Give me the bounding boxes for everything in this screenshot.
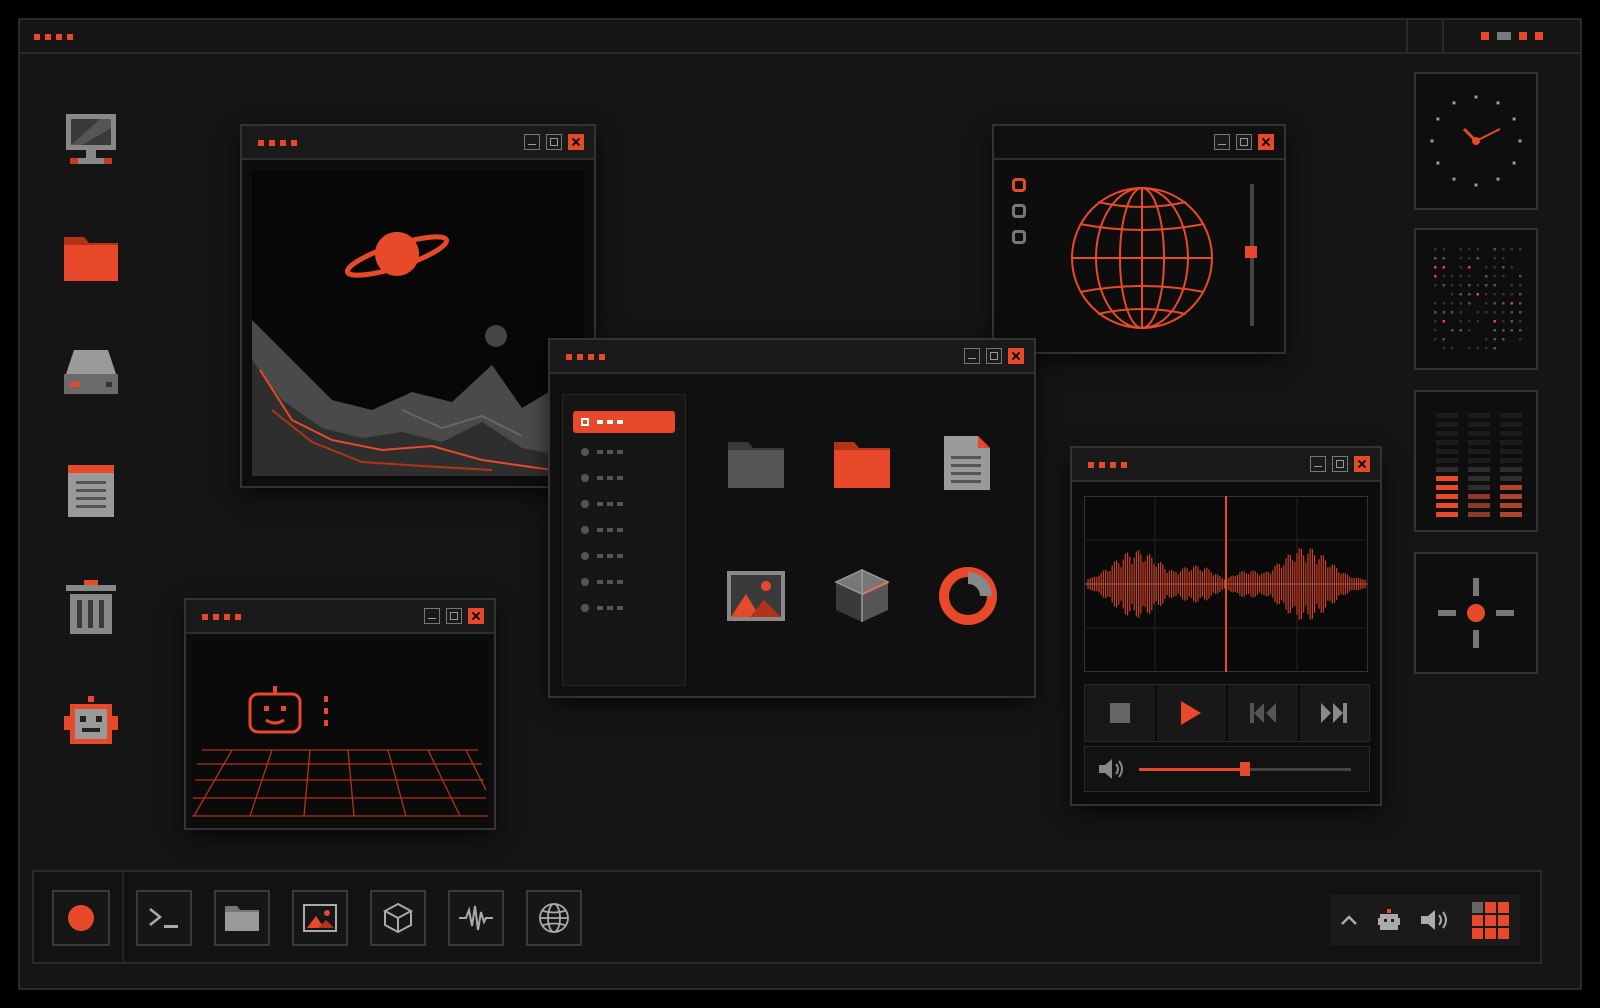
- sidebar-item[interactable]: [563, 465, 685, 491]
- pie-chart-icon[interactable]: [938, 566, 998, 626]
- terminal-icon[interactable]: [136, 890, 192, 946]
- waveform-icon[interactable]: [448, 890, 504, 946]
- landscape-window[interactable]: [240, 124, 596, 488]
- sidebar-item[interactable]: [563, 569, 685, 595]
- top-bar-separator: [1406, 20, 1444, 52]
- vertical-slider-thumb[interactable]: [1245, 246, 1257, 258]
- sidebar-item[interactable]: [563, 439, 685, 465]
- close-button[interactable]: [1354, 456, 1370, 472]
- close-button[interactable]: [1258, 134, 1274, 150]
- file-browser-titlebar[interactable]: [550, 340, 1034, 374]
- volume-icon[interactable]: [1099, 759, 1125, 779]
- document-icon[interactable]: [942, 434, 992, 492]
- dot-matrix-display: [1434, 248, 1522, 350]
- folder-gray-icon[interactable]: [726, 438, 786, 490]
- landscape-window-titlebar[interactable]: [242, 126, 594, 160]
- window-title-dots: [566, 354, 605, 360]
- robot-icon[interactable]: [60, 692, 122, 754]
- planet-landscape-image: [252, 170, 584, 476]
- folder-icon[interactable]: [214, 890, 270, 946]
- cube-icon[interactable]: [832, 566, 892, 626]
- sidebar-item-selected[interactable]: [573, 411, 675, 433]
- equalizer-widget[interactable]: [1414, 390, 1538, 532]
- close-button[interactable]: [468, 608, 484, 624]
- window-title-dots: [1088, 462, 1127, 468]
- sidebar-item[interactable]: [563, 517, 685, 543]
- trash-icon[interactable]: [60, 576, 122, 638]
- robot-grid-image: [192, 640, 488, 820]
- crosshair-widget[interactable]: [1414, 552, 1538, 674]
- minimize-button[interactable]: [524, 134, 540, 150]
- record-icon[interactable]: [52, 890, 110, 946]
- taskbar: [32, 870, 1542, 964]
- image-icon[interactable]: [726, 570, 786, 622]
- globe-window[interactable]: [992, 124, 1286, 354]
- sidebar-item[interactable]: [563, 491, 685, 517]
- volume-bar: [1084, 746, 1370, 792]
- maximize-button[interactable]: [1332, 456, 1348, 472]
- notepad-icon[interactable]: [60, 459, 122, 521]
- radio-group: [1012, 178, 1026, 244]
- clock-widget[interactable]: [1414, 72, 1538, 210]
- chevron-up-icon[interactable]: [1340, 914, 1358, 926]
- volume-slider-thumb[interactable]: [1240, 762, 1250, 776]
- crosshair-icon: [1438, 578, 1514, 648]
- folder-orange-icon[interactable]: [832, 438, 892, 490]
- desktop-screen: [18, 18, 1582, 990]
- globe-window-titlebar[interactable]: [994, 126, 1284, 160]
- volume-slider-fill: [1139, 768, 1245, 771]
- next-icon[interactable]: [1300, 685, 1370, 741]
- stop-icon[interactable]: [1085, 685, 1157, 741]
- dot-matrix-widget[interactable]: [1414, 228, 1538, 370]
- close-button[interactable]: [1008, 348, 1024, 364]
- radio-option[interactable]: [1012, 204, 1026, 218]
- volume-icon[interactable]: [1420, 909, 1451, 931]
- cube-icon[interactable]: [370, 890, 426, 946]
- waveform-display: [1084, 496, 1368, 672]
- drive-icon[interactable]: [60, 342, 122, 404]
- maximize-button[interactable]: [446, 608, 462, 624]
- top-bar: [20, 20, 1580, 54]
- equalizer-display: [1436, 413, 1522, 517]
- top-bar-status[interactable]: [1442, 20, 1580, 52]
- media-player-window[interactable]: [1070, 446, 1382, 806]
- maximize-button[interactable]: [986, 348, 1002, 364]
- top-bar-dots: [34, 34, 73, 40]
- folder-icon[interactable]: [60, 225, 122, 287]
- window-title-dots: [258, 140, 297, 146]
- file-browser-window[interactable]: [548, 338, 1036, 698]
- minimize-button[interactable]: [1214, 134, 1230, 150]
- robot-window-titlebar[interactable]: [186, 600, 494, 634]
- minimize-button[interactable]: [964, 348, 980, 364]
- close-button[interactable]: [568, 134, 584, 150]
- image-icon[interactable]: [292, 890, 348, 946]
- play-icon[interactable]: [1157, 685, 1228, 741]
- file-browser-sidebar: [562, 394, 686, 686]
- window-title-dots: [202, 614, 241, 620]
- minimize-button[interactable]: [424, 608, 440, 624]
- globe-icon[interactable]: [526, 890, 582, 946]
- computer-icon[interactable]: [60, 108, 122, 170]
- globe-icon: [1071, 187, 1213, 329]
- system-tray: [1330, 894, 1520, 946]
- media-player-titlebar[interactable]: [1072, 448, 1380, 482]
- maximize-button[interactable]: [1236, 134, 1252, 150]
- previous-icon[interactable]: [1228, 685, 1300, 741]
- grid-icon[interactable]: [1470, 900, 1510, 940]
- transport-controls: [1084, 684, 1370, 742]
- robot-window[interactable]: [184, 598, 496, 830]
- clock-icon: [1430, 95, 1522, 187]
- radio-option[interactable]: [1012, 230, 1026, 244]
- sidebar-item[interactable]: [563, 543, 685, 569]
- maximize-button[interactable]: [546, 134, 562, 150]
- minimize-button[interactable]: [1310, 456, 1326, 472]
- radio-option-selected[interactable]: [1012, 178, 1026, 192]
- robot-icon[interactable]: [1377, 908, 1401, 932]
- sidebar-item[interactable]: [563, 595, 685, 621]
